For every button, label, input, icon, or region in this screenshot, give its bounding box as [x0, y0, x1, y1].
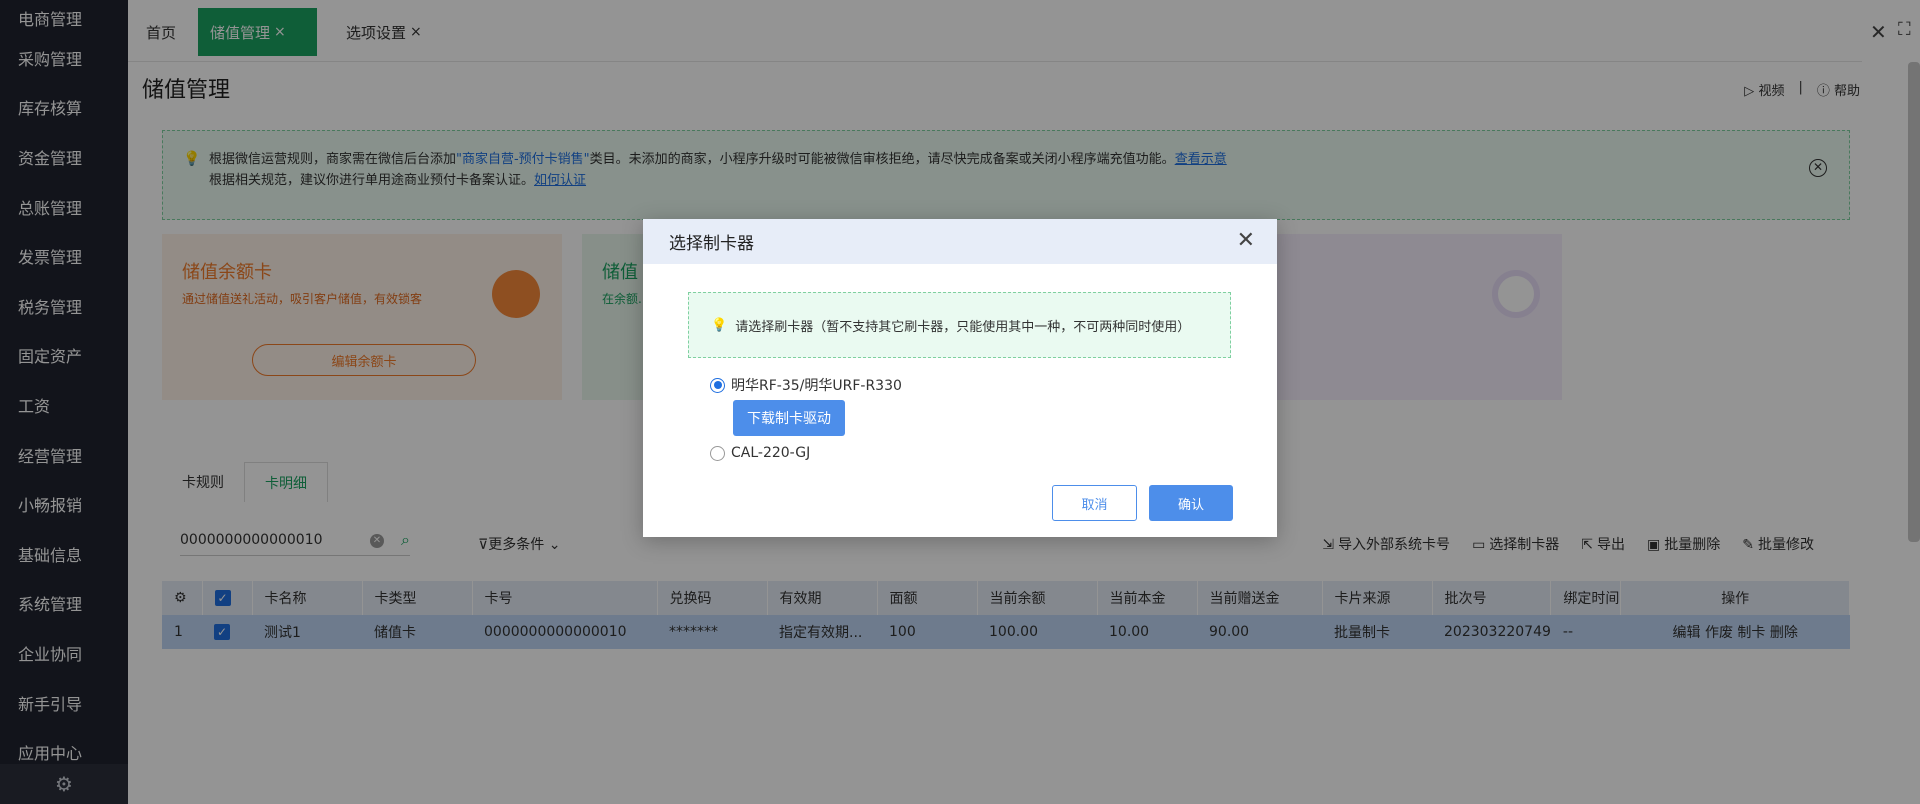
radio-cal[interactable]: [710, 445, 725, 461]
cancel-button[interactable]: 取消: [1052, 485, 1137, 521]
option-minghua[interactable]: 明华RF-35/明华URF-R330: [710, 375, 902, 395]
download-driver-button[interactable]: 下载制卡驱动: [733, 400, 845, 436]
dialog-title: 选择制卡器: [643, 219, 1277, 264]
confirm-button[interactable]: 确认: [1149, 485, 1233, 521]
radio-minghua[interactable]: [710, 377, 725, 393]
bulb-icon: 💡: [711, 317, 728, 333]
select-card-maker-dialog: 选择制卡器 ✕ 💡 请选择刷卡器（暂不支持其它刷卡器，只能使用其中一种，不可两种…: [643, 219, 1277, 537]
close-icon[interactable]: ✕: [1237, 230, 1255, 252]
option-label: CAL-220-GJ: [731, 445, 811, 461]
option-label: 明华RF-35/明华URF-R330: [731, 378, 902, 394]
tip-text: 请选择刷卡器（暂不支持其它刷卡器，只能使用其中一种，不可两种同时使用）: [735, 319, 1191, 335]
option-cal[interactable]: CAL-220-GJ: [710, 445, 810, 461]
dialog-tip: 💡 请选择刷卡器（暂不支持其它刷卡器，只能使用其中一种，不可两种同时使用）: [688, 292, 1231, 358]
